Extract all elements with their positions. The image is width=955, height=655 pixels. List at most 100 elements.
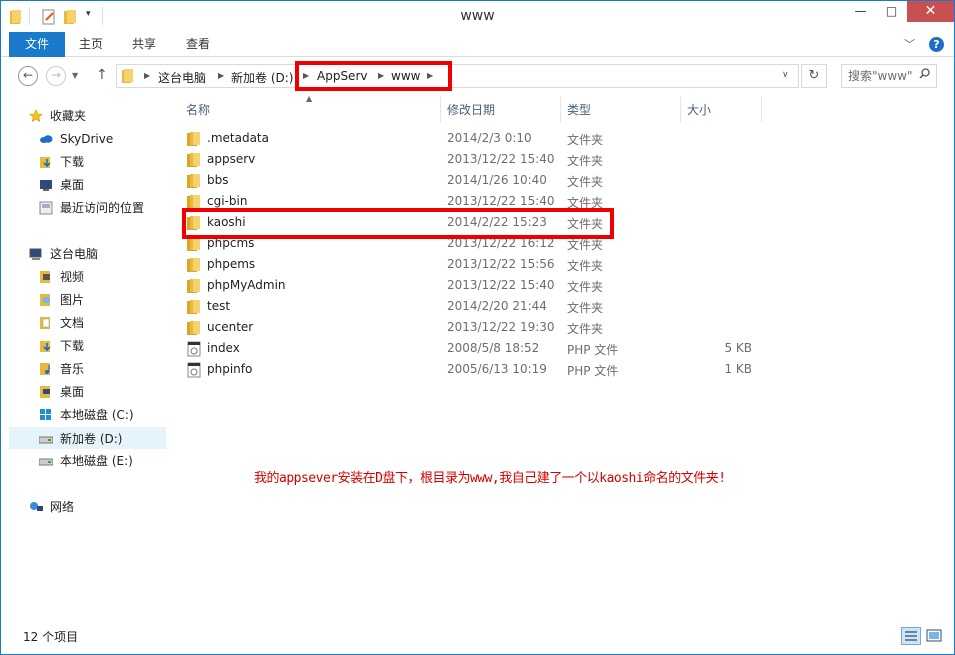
up-button[interactable]: ↑ (96, 67, 108, 83)
forward-button[interactable]: → (46, 66, 66, 86)
minimize-button[interactable]: — (845, 1, 876, 22)
recent-locations-icon[interactable]: ▼ (72, 71, 78, 80)
file-size: 5 KB (724, 341, 752, 355)
file-date: 2014/1/26 10:40 (447, 173, 547, 187)
address-row: ← → ▼ ↑ ▶ 这台电脑 ▶ 新加卷 (D:) ▶ AppServ ▶ ww… (1, 58, 954, 94)
nav-skydrive[interactable]: SkyDrive (39, 128, 159, 150)
computer-icon (29, 248, 42, 260)
nav-this-pc[interactable]: 这台电脑 (29, 243, 159, 265)
music-folder-icon (40, 363, 50, 375)
nav-drive-e[interactable]: 本地磁盘 (E:) (39, 450, 159, 472)
file-row[interactable]: ucenter 2013/12/22 19:30 文件夹 (180, 317, 770, 338)
network-icon (30, 502, 43, 511)
desktop-folder-icon (40, 386, 50, 398)
column-header-size[interactable]: 大小 (687, 100, 711, 120)
search-icon (919, 68, 930, 79)
file-type: PHP 文件 (567, 343, 619, 357)
videos-folder-icon (40, 271, 50, 283)
column-header-name[interactable]: 名称 (186, 100, 210, 120)
file-name: appserv (207, 152, 256, 166)
file-date: 2013/12/22 19:30 (447, 320, 555, 334)
nav-recent-places[interactable]: 最近访问的位置 (39, 197, 159, 219)
back-button[interactable]: ← (18, 66, 38, 86)
file-name: index (207, 341, 240, 355)
breadcrumb-this-pc[interactable]: 这台电脑 (158, 69, 206, 86)
navigation-pane: 收藏夹 SkyDrive 下载 桌面 最近访问的位置 这台电脑 视频 图片 文档… (1, 94, 168, 624)
file-row[interactable]: bbs 2014/1/26 10:40 文件夹 (180, 170, 770, 191)
window-title: www (460, 8, 495, 24)
file-list: ▲ 名称 修改日期 类型 大小 .metadata 2014/2/3 0:10 文件… (168, 94, 954, 624)
nav-desktop[interactable]: 桌面 (39, 174, 159, 196)
breadcrumb-separator-icon[interactable]: ▶ (218, 71, 224, 80)
file-row[interactable]: test 2014/2/20 21:44 文件夹 (180, 296, 770, 317)
file-type: 文件夹 (567, 322, 604, 336)
nav-downloads-pc[interactable]: 下载 (39, 335, 159, 357)
file-name: phpMyAdmin (207, 278, 286, 292)
file-date: 2013/12/22 15:40 (447, 194, 555, 208)
nav-network[interactable]: 网络 (29, 496, 159, 518)
ribbon-expand-icon[interactable]: ﹀ (904, 36, 915, 52)
file-type: 文件夹 (567, 154, 604, 168)
nav-documents[interactable]: 文档 (39, 312, 159, 334)
file-row[interactable]: phpinfo 2005/6/13 10:19 PHP 文件 1 KB (180, 359, 770, 380)
folder-icon (187, 174, 200, 188)
nav-music[interactable]: 音乐 (39, 358, 159, 380)
file-row[interactable]: appserv 2013/12/22 15:40 文件夹 (180, 149, 770, 170)
php-file-icon (187, 341, 201, 357)
sort-ascending-icon: ▲ (306, 94, 313, 103)
nav-drive-c[interactable]: 本地磁盘 (C:) (39, 404, 159, 426)
download-folder-icon (40, 157, 51, 168)
nav-favorites[interactable]: 收藏夹 (29, 105, 159, 127)
recent-places-icon (39, 201, 53, 215)
nav-downloads[interactable]: 下载 (39, 151, 159, 173)
file-type: 文件夹 (567, 259, 604, 273)
breadcrumb-drive-d[interactable]: 新加卷 (D:) (231, 69, 293, 86)
folder-icon (187, 300, 200, 314)
file-date: 2013/12/22 15:56 (447, 257, 555, 271)
help-icon[interactable]: ? (929, 37, 944, 52)
desktop-icon (40, 180, 52, 191)
file-type: 文件夹 (567, 280, 604, 294)
hard-drive-icon (39, 436, 53, 444)
file-row[interactable]: phpems 2013/12/22 15:56 文件夹 (180, 254, 770, 275)
file-date: 2013/12/22 15:40 (447, 278, 555, 292)
download-folder-icon (40, 341, 51, 352)
folder-icon (187, 132, 200, 146)
nav-desktop-pc[interactable]: 桌面 (39, 381, 159, 403)
maximize-button[interactable]: □ (876, 1, 907, 22)
explorer-window: ▾ www — □ ✕ 文件 主页 共享 查看 ﹀ ? ← → ▼ ↑ ▶ 这台… (0, 0, 955, 655)
folder-icon (187, 258, 200, 272)
address-dropdown-icon[interactable]: ∨ (782, 70, 789, 80)
tab-view[interactable]: 查看 (177, 32, 219, 57)
breadcrumb-separator-icon[interactable]: ▶ (144, 71, 150, 80)
file-date: 2005/6/13 10:19 (447, 362, 547, 376)
annotation-text: 我的appsever安装在D盘下，根目录为www,我自己建了一个以kaoshi命… (254, 471, 726, 486)
file-date: 2013/12/22 15:40 (447, 152, 555, 166)
file-row[interactable]: index 2008/5/8 18:52 PHP 文件 5 KB (180, 338, 770, 359)
refresh-button[interactable]: ↻ (801, 64, 827, 88)
file-row[interactable]: .metadata 2014/2/3 0:10 文件夹 (180, 128, 770, 149)
path-highlight-box (295, 61, 452, 91)
column-header-type[interactable]: 类型 (567, 100, 591, 120)
file-row[interactable]: phpMyAdmin 2013/12/22 15:40 文件夹 (180, 275, 770, 296)
tab-home[interactable]: 主页 (71, 32, 111, 57)
close-button[interactable]: ✕ (907, 1, 954, 22)
file-size: 1 KB (724, 362, 752, 376)
file-name: phpems (207, 257, 256, 271)
large-icons-view-icon[interactable] (925, 627, 943, 645)
address-bar[interactable]: ▶ 这台电脑 ▶ 新加卷 (D:) ▶ AppServ ▶ www ▶ ∨ (116, 64, 799, 88)
tab-file[interactable]: 文件 (9, 32, 65, 57)
nav-drive-d[interactable]: 新加卷 (D:) (9, 427, 166, 449)
folder-icon (187, 153, 200, 167)
kaoshi-highlight-box (182, 208, 614, 239)
column-header-date[interactable]: 修改日期 (447, 100, 495, 120)
nav-pictures[interactable]: 图片 (39, 289, 159, 311)
tab-share[interactable]: 共享 (123, 32, 165, 57)
windows-drive-icon (40, 409, 51, 420)
php-file-icon (187, 362, 201, 378)
nav-videos[interactable]: 视频 (39, 266, 159, 288)
details-view-icon[interactable] (901, 627, 921, 645)
file-name: phpinfo (207, 362, 253, 376)
file-type: PHP 文件 (567, 364, 619, 378)
documents-folder-icon (40, 317, 50, 329)
